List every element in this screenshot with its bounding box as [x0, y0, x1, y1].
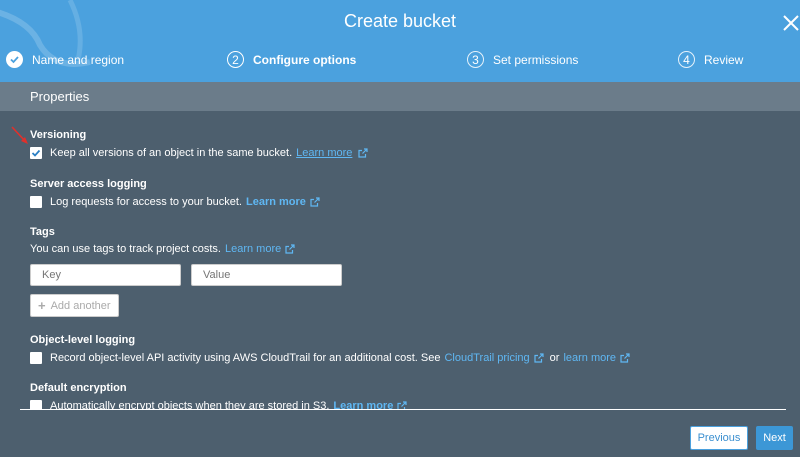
step-number: 4	[678, 51, 695, 68]
step-review[interactable]: 4 Review	[678, 51, 743, 68]
object-logging-title: Object-level logging	[30, 334, 136, 346]
step-label: Set permissions	[493, 52, 579, 67]
server-logging-row: Log requests for access to your bucket. …	[30, 196, 320, 208]
add-another-label: Add another	[50, 299, 111, 312]
tags-title: Tags	[30, 226, 55, 238]
properties-title: Properties	[30, 89, 90, 104]
dialog-title: Create bucket	[343, 11, 457, 31]
step-label: Review	[704, 52, 744, 67]
external-link-icon	[358, 148, 369, 158]
external-link-icon	[285, 244, 295, 254]
add-another-tag-button[interactable]: + Add another	[30, 294, 119, 317]
versioning-title: Versioning	[30, 129, 87, 141]
encryption-row: Automatically encrypt objects when they …	[30, 400, 407, 409]
or-text: or	[549, 352, 560, 364]
external-link-icon	[397, 401, 407, 409]
tags-description: You can use tags to track project costs.	[30, 243, 221, 255]
tags-learn-more-link[interactable]: Learn more	[225, 243, 281, 255]
red-arrow-annotation	[11, 126, 28, 144]
footer-divider	[20, 409, 786, 410]
step-name-and-region[interactable]: Name and region	[6, 51, 124, 68]
encryption-row-clip: Automatically encrypt objects when they …	[0, 397, 800, 409]
external-link-icon	[620, 353, 630, 363]
encryption-checkbox[interactable]	[30, 400, 42, 409]
versioning-checkbox[interactable]	[30, 147, 42, 159]
properties-bar: Properties	[0, 82, 800, 111]
tag-value-input[interactable]	[191, 264, 342, 286]
plus-icon: +	[38, 298, 46, 313]
server-logging-checkbox[interactable]	[30, 196, 42, 208]
tags-description-row: You can use tags to track project costs.…	[30, 243, 295, 255]
step-set-permissions[interactable]: 3 Set permissions	[467, 51, 578, 68]
external-link-icon	[310, 197, 320, 207]
object-logging-learn-more-link[interactable]: learn more	[563, 352, 616, 364]
object-logging-label: Record object-level API activity using A…	[50, 352, 441, 364]
object-logging-row: Record object-level API activity using A…	[30, 352, 630, 364]
versioning-label: Keep all versions of an object in the sa…	[50, 147, 293, 159]
tag-key-input[interactable]	[30, 264, 181, 286]
step-number: 3	[467, 51, 484, 68]
versioning-row: Keep all versions of an object in the sa…	[30, 147, 369, 159]
wizard-header: Create bucket Name and region 2 Configur…	[0, 0, 800, 82]
server-logging-learn-more-link[interactable]: Learn more	[246, 196, 306, 208]
encryption-title: Default encryption	[30, 382, 127, 394]
step-label: Name and region	[32, 52, 125, 67]
step-number: 2	[227, 51, 244, 68]
checkmark-icon	[31, 149, 41, 157]
cloudtrail-pricing-link[interactable]: CloudTrail pricing	[444, 352, 529, 364]
step-label: Configure options	[253, 52, 357, 67]
check-icon	[6, 51, 23, 68]
object-logging-checkbox[interactable]	[30, 352, 42, 364]
versioning-learn-more-link[interactable]: Learn more	[296, 147, 352, 159]
previous-button[interactable]: Previous	[690, 426, 748, 450]
server-logging-label: Log requests for access to your bucket.	[50, 196, 242, 208]
next-button[interactable]: Next	[756, 426, 793, 450]
close-icon[interactable]	[782, 14, 800, 32]
server-logging-title: Server access logging	[30, 178, 147, 190]
encryption-learn-more-link[interactable]: Learn more	[333, 400, 393, 409]
external-link-icon	[534, 353, 544, 363]
encryption-label: Automatically encrypt objects when they …	[50, 400, 330, 409]
step-configure-options[interactable]: 2 Configure options	[227, 51, 356, 68]
